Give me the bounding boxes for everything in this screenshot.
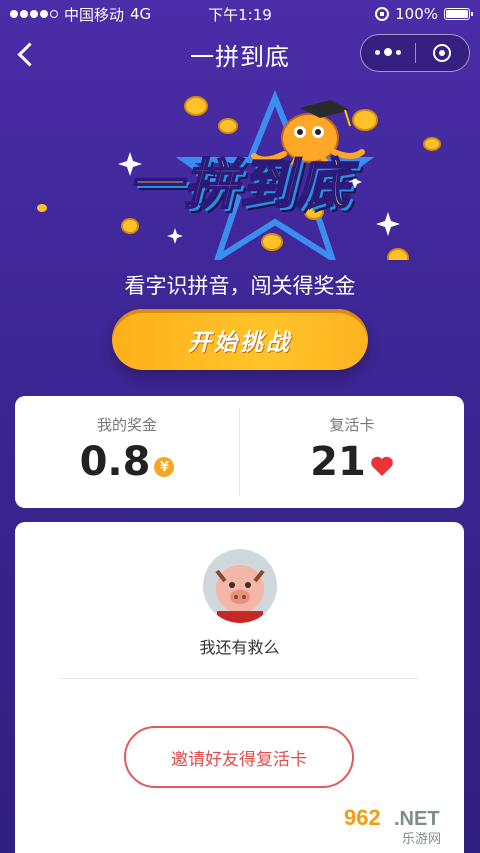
divider xyxy=(60,678,419,679)
svg-text:乐游网: 乐游网 xyxy=(402,832,441,847)
stats-card: 我的奖金 0.8 ¥ 复活卡 21 xyxy=(15,396,464,508)
site-watermark-logo: 962 .NET 乐游网 xyxy=(344,805,441,847)
revive-card-stat: 复活卡 21 xyxy=(240,396,464,508)
close-miniprogram-button[interactable] xyxy=(416,44,470,62)
battery-percent: 100% xyxy=(395,5,438,23)
invite-friends-button[interactable]: 邀请好友得复活卡 xyxy=(124,726,354,788)
game-logo: 一拼到底 xyxy=(127,152,352,217)
hero-subtitle: 看字识拼音，闯关得奖金 xyxy=(124,274,356,298)
user-name: 我还有救么 xyxy=(199,638,280,657)
avatar[interactable] xyxy=(203,549,277,623)
miniprogram-capsule xyxy=(360,34,470,72)
signal-icon xyxy=(10,10,58,18)
prize-stat: 我的奖金 0.8 ¥ xyxy=(15,396,239,508)
heart-icon xyxy=(371,456,393,476)
close-circle-icon xyxy=(433,44,452,62)
more-menu-button[interactable] xyxy=(361,48,415,57)
status-bar: 中国移动 4G 下午1:19 100% xyxy=(0,0,480,28)
svg-text:962: 962 xyxy=(344,805,381,830)
rotation-lock-icon xyxy=(375,7,390,21)
svg-text:.NET: .NET xyxy=(394,808,440,830)
prize-label: 我的奖金 xyxy=(96,416,157,434)
navigation-bar: 一拼到底 xyxy=(0,28,480,80)
yen-coin-icon: ¥ xyxy=(154,457,175,477)
network-label: 4G xyxy=(130,5,152,23)
start-challenge-button[interactable]: 开始挑战 xyxy=(112,309,368,370)
battery-icon xyxy=(444,8,473,20)
revive-value: 21 xyxy=(310,439,366,485)
prize-value: 0.8 xyxy=(79,439,151,485)
carrier-label: 中国移动 xyxy=(64,5,125,24)
revive-label: 复活卡 xyxy=(329,416,375,434)
